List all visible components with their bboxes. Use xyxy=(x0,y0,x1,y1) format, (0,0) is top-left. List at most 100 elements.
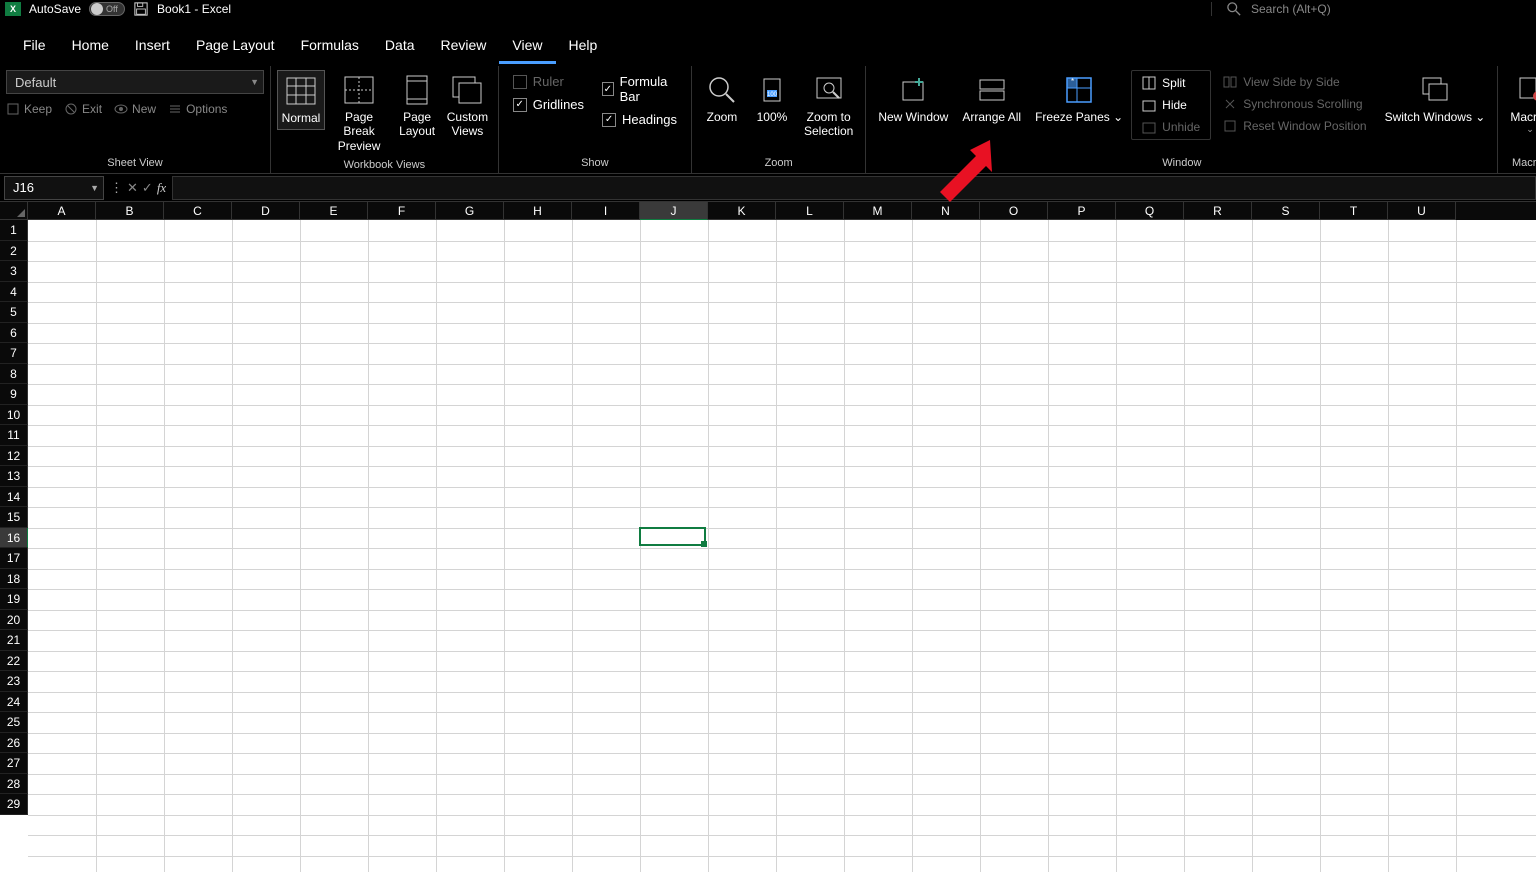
tab-insert[interactable]: Insert xyxy=(122,29,183,64)
row-header[interactable]: 4 xyxy=(0,282,28,303)
normal-view-button[interactable]: Normal xyxy=(277,70,325,130)
row-header[interactable]: 27 xyxy=(0,753,28,774)
row-header[interactable]: 5 xyxy=(0,302,28,323)
gridlines-checkbox[interactable]: ✓Gridlines xyxy=(513,97,584,112)
save-button[interactable] xyxy=(133,2,149,16)
fill-handle[interactable] xyxy=(701,541,707,547)
select-all-corner[interactable] xyxy=(0,202,28,220)
column-header[interactable]: I xyxy=(572,202,640,220)
tab-file[interactable]: File xyxy=(10,29,59,64)
tab-page-layout[interactable]: Page Layout xyxy=(183,29,288,64)
split-button[interactable]: Split xyxy=(1136,73,1206,93)
formula-input[interactable] xyxy=(172,176,1536,200)
zoom-to-selection-button[interactable]: Zoom to Selection xyxy=(798,70,859,143)
sheet-view-dropdown[interactable]: Default ▼ xyxy=(6,70,264,94)
column-header[interactable]: A xyxy=(28,202,96,220)
column-header[interactable]: H xyxy=(504,202,572,220)
row-header[interactable]: 23 xyxy=(0,671,28,692)
row-header[interactable]: 18 xyxy=(0,569,28,590)
column-header[interactable]: T xyxy=(1320,202,1388,220)
row-header[interactable]: 20 xyxy=(0,610,28,631)
row-header[interactable]: 15 xyxy=(0,507,28,528)
options-button[interactable]: Options xyxy=(168,102,227,116)
accept-icon[interactable]: ✓ xyxy=(142,180,153,196)
row-header[interactable]: 3 xyxy=(0,261,28,282)
zoom-100-button[interactable]: 100 100% xyxy=(748,70,796,128)
row-header[interactable]: 2 xyxy=(0,241,28,262)
row-header[interactable]: 19 xyxy=(0,589,28,610)
column-header[interactable]: N xyxy=(912,202,980,220)
row-header[interactable]: 10 xyxy=(0,405,28,426)
row-header[interactable]: 21 xyxy=(0,630,28,651)
column-header[interactable]: U xyxy=(1388,202,1456,220)
autosave-toggle[interactable]: Off xyxy=(89,2,125,16)
tab-home[interactable]: Home xyxy=(59,29,122,64)
tab-help[interactable]: Help xyxy=(556,29,611,64)
new-window-button[interactable]: New Window xyxy=(872,70,954,128)
group-workbook-views: Normal Page Break Preview Page Layout Cu… xyxy=(271,66,499,173)
column-header[interactable]: E xyxy=(300,202,368,220)
column-headers[interactable]: ABCDEFGHIJKLMNOPQRSTU xyxy=(28,202,1536,220)
column-header[interactable]: B xyxy=(96,202,164,220)
row-header[interactable]: 25 xyxy=(0,712,28,733)
row-header[interactable]: 6 xyxy=(0,323,28,344)
row-header[interactable]: 24 xyxy=(0,692,28,713)
options-icon[interactable]: ⋮ xyxy=(110,180,123,196)
tab-formulas[interactable]: Formulas xyxy=(288,29,372,64)
row-headers[interactable]: 1234567891011121314151617181920212223242… xyxy=(0,220,28,815)
row-header[interactable]: 1 xyxy=(0,220,28,241)
row-header[interactable]: 7 xyxy=(0,343,28,364)
custom-views-button[interactable]: Custom Views xyxy=(443,70,492,143)
row-header[interactable]: 12 xyxy=(0,446,28,467)
column-header[interactable]: O xyxy=(980,202,1048,220)
search-box[interactable]: Search (Alt+Q) xyxy=(1211,2,1531,16)
column-header[interactable]: D xyxy=(232,202,300,220)
fx-icon[interactable]: fx xyxy=(157,180,166,196)
row-header[interactable]: 14 xyxy=(0,487,28,508)
column-header[interactable]: G xyxy=(436,202,504,220)
tab-data[interactable]: Data xyxy=(372,29,428,64)
column-header[interactable]: C xyxy=(164,202,232,220)
page-break-preview-button[interactable]: Page Break Preview xyxy=(327,70,391,157)
column-header[interactable]: K xyxy=(708,202,776,220)
row-header[interactable]: 9 xyxy=(0,384,28,405)
row-header[interactable]: 8 xyxy=(0,364,28,385)
exit-button[interactable]: Exit xyxy=(64,102,102,116)
row-header[interactable]: 17 xyxy=(0,548,28,569)
hide-button[interactable]: Hide xyxy=(1136,95,1206,115)
page-break-icon xyxy=(343,74,375,106)
macros-button[interactable]: Macros ⌄ xyxy=(1504,70,1536,139)
column-header[interactable]: S xyxy=(1252,202,1320,220)
freeze-panes-button[interactable]: * Freeze Panes ⌄ xyxy=(1029,70,1129,128)
row-header[interactable]: 16 xyxy=(0,528,28,549)
tab-review[interactable]: Review xyxy=(428,29,500,64)
column-header[interactable]: M xyxy=(844,202,912,220)
column-header[interactable]: R xyxy=(1184,202,1252,220)
selected-cell[interactable] xyxy=(639,527,706,547)
freeze-panes-icon: * xyxy=(1063,74,1095,106)
column-header[interactable]: J xyxy=(640,202,708,220)
cancel-icon[interactable]: ✕ xyxy=(127,180,138,196)
row-header[interactable]: 26 xyxy=(0,733,28,754)
page-layout-button[interactable]: Page Layout xyxy=(393,70,441,143)
row-header[interactable]: 29 xyxy=(0,794,28,815)
column-header[interactable]: L xyxy=(776,202,844,220)
formula-bar-checkbox[interactable]: ✓Formula Bar xyxy=(602,74,677,104)
headings-checkbox[interactable]: ✓Headings xyxy=(602,112,677,127)
sync-scroll-button: Synchronous Scrolling xyxy=(1217,94,1372,114)
column-header[interactable]: P xyxy=(1048,202,1116,220)
tab-view[interactable]: View xyxy=(499,29,555,64)
arrange-all-button[interactable]: Arrange All xyxy=(956,70,1027,128)
keep-button[interactable]: Keep xyxy=(6,102,52,116)
column-header[interactable]: F xyxy=(368,202,436,220)
cells-grid[interactable] xyxy=(28,220,1536,872)
new-button[interactable]: New xyxy=(114,102,156,116)
row-header[interactable]: 28 xyxy=(0,774,28,795)
zoom-button[interactable]: Zoom xyxy=(698,70,746,128)
column-header[interactable]: Q xyxy=(1116,202,1184,220)
row-header[interactable]: 13 xyxy=(0,466,28,487)
name-box[interactable]: J16 ▼ xyxy=(4,176,104,200)
row-header[interactable]: 22 xyxy=(0,651,28,672)
switch-windows-button[interactable]: Switch Windows ⌄ xyxy=(1379,70,1492,128)
row-header[interactable]: 11 xyxy=(0,425,28,446)
